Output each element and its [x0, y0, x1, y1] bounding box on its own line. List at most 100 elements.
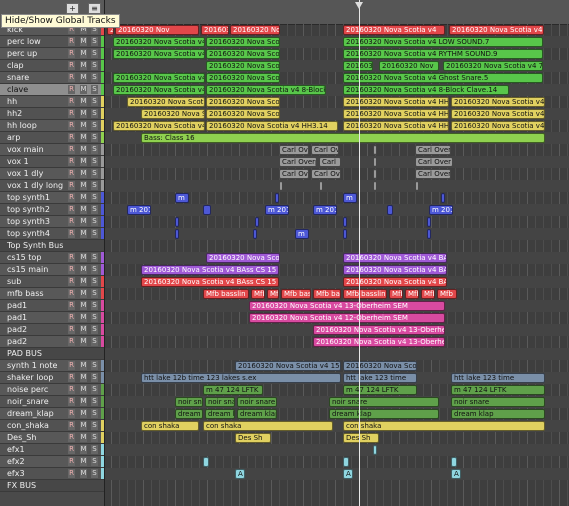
audio-region[interactable]: 20160320 Nova Scotia v4 [206, 73, 280, 83]
solo-button[interactable]: S [91, 133, 98, 142]
mute-button[interactable]: M [80, 457, 87, 466]
record-enable-button[interactable]: R [68, 421, 75, 430]
audio-region[interactable]: Carl [319, 157, 341, 167]
solo-button[interactable]: S [91, 49, 98, 58]
solo-button[interactable]: S [91, 409, 98, 418]
track-header[interactable]: hh R M S [0, 96, 104, 108]
audio-region[interactable]: m [175, 193, 189, 203]
audio-region[interactable] [203, 205, 211, 215]
track-header[interactable]: hh loop R M S [0, 120, 104, 132]
audio-region[interactable]: Carl Over [415, 169, 451, 179]
record-enable-button[interactable]: R [68, 97, 75, 106]
track-header[interactable]: sub R M S [0, 276, 104, 288]
record-enable-button[interactable]: R [68, 301, 75, 310]
audio-region[interactable]: m 201 [265, 205, 289, 215]
audio-region[interactable]: htt lake 12b time 123 lakes s.ex [141, 373, 341, 383]
record-enable-button[interactable]: R [68, 289, 75, 298]
audio-region[interactable]: Bass: Class 16 [141, 133, 545, 143]
audio-region[interactable]: 20160320 Nova Sc [141, 109, 205, 119]
solo-button[interactable]: S [91, 289, 98, 298]
track-header[interactable]: cs15 main R M S [0, 264, 104, 276]
audio-region[interactable] [343, 229, 347, 239]
track-header[interactable]: top synth4 R M S [0, 228, 104, 240]
audio-region[interactable]: Carl Over [311, 169, 341, 179]
record-enable-button[interactable]: R [68, 121, 75, 130]
solo-button[interactable]: S [91, 385, 98, 394]
audio-region[interactable]: 20160320 Nova Scotia v4 Gh [113, 73, 205, 83]
solo-button[interactable]: S [91, 433, 98, 442]
record-enable-button[interactable]: R [68, 133, 75, 142]
track-lane[interactable] [105, 456, 569, 468]
audio-region[interactable]: m [343, 193, 357, 203]
record-enable-button[interactable]: R [68, 325, 75, 334]
track-lane[interactable] [105, 468, 569, 480]
mute-button[interactable]: M [80, 37, 87, 46]
audio-region[interactable]: 20160320 Nova Scotia v4 [206, 61, 280, 71]
record-enable-button[interactable]: R [68, 73, 75, 82]
solo-button[interactable]: S [91, 157, 98, 166]
record-enable-button[interactable]: R [68, 313, 75, 322]
solo-button[interactable]: S [91, 109, 98, 118]
audio-region[interactable] [253, 229, 257, 239]
audio-region[interactable]: Carl Over [311, 145, 339, 155]
mute-button[interactable]: M [80, 445, 87, 454]
audio-region[interactable]: dream klap [329, 409, 439, 419]
mute-button[interactable]: M [80, 169, 87, 178]
mute-button[interactable]: M [80, 181, 87, 190]
track-header[interactable]: efx2 R M S [0, 456, 104, 468]
record-enable-button[interactable]: R [68, 49, 75, 58]
mute-button[interactable]: M [80, 97, 87, 106]
audio-region[interactable]: 20160320 Nova Scotia v4 [206, 109, 280, 119]
solo-button[interactable]: S [91, 61, 98, 70]
audio-region[interactable]: con shaka [203, 421, 333, 431]
audio-region[interactable] [427, 229, 431, 239]
audio-region[interactable]: 201603 [201, 25, 229, 35]
track-lane[interactable] [105, 180, 569, 192]
record-enable-button[interactable]: R [68, 145, 75, 154]
track-header[interactable]: vox 1 RMS [0, 156, 104, 168]
playhead[interactable] [359, 0, 360, 506]
audio-region[interactable] [373, 445, 377, 455]
audio-region[interactable]: Carl Over [415, 157, 453, 167]
audio-region[interactable] [343, 457, 349, 467]
track-header[interactable]: noise perc R M S [0, 384, 104, 396]
audio-region[interactable]: 20160320 Nova Scotia v4 Ghost Snare.5 [343, 73, 543, 83]
audio-region[interactable]: 20160320 Nova Scotia v4 [206, 253, 280, 263]
mute-button[interactable]: M [80, 109, 87, 118]
audio-region[interactable]: Des Sh [343, 433, 379, 443]
record-enable-button[interactable]: R [68, 457, 75, 466]
track-lane[interactable] [105, 444, 569, 456]
record-enable-button[interactable]: R [68, 337, 75, 346]
audio-region[interactable]: 20160320 Nova Scotia v4 8-Block Clave.14 [343, 85, 509, 95]
audio-region[interactable] [373, 157, 377, 167]
record-enable-button[interactable]: R [68, 277, 75, 286]
audio-region[interactable]: con shaka [343, 421, 545, 431]
mute-button[interactable]: M [80, 85, 87, 94]
track-header[interactable]: dream_klap R M S [0, 408, 104, 420]
mute-button[interactable]: M [80, 121, 87, 130]
track-header[interactable]: pad2 R M S [0, 336, 104, 348]
mute-button[interactable]: M [80, 289, 87, 298]
audio-region[interactable]: A [343, 469, 353, 479]
track-header[interactable]: pad1 R M S [0, 312, 104, 324]
track-header[interactable]: Top Synth Bus [0, 240, 104, 252]
audio-region[interactable]: 20160320 Nova Scotia v4 HH 1 [451, 97, 545, 107]
mute-button[interactable]: M [80, 385, 87, 394]
track-header[interactable]: synth 1 note R M S [0, 360, 104, 372]
track-header[interactable]: vox 1 dly long R M S [0, 180, 104, 192]
audio-region[interactable] [279, 181, 283, 191]
mute-button[interactable]: M [80, 133, 87, 142]
mute-button[interactable]: M [80, 421, 87, 430]
list-icon[interactable]: ≡ [88, 3, 101, 14]
audio-region[interactable]: con shaka [141, 421, 199, 431]
track-header[interactable]: clave R M S [0, 84, 104, 96]
solo-button[interactable]: S [91, 325, 98, 334]
audio-region[interactable] [319, 181, 323, 191]
audio-region[interactable]: Mfb basslin [343, 289, 387, 299]
audio-region[interactable] [373, 145, 377, 155]
solo-button[interactable]: S [91, 265, 98, 274]
solo-button[interactable]: S [91, 169, 98, 178]
mute-button[interactable]: M [80, 193, 87, 202]
audio-region[interactable]: noir snare [451, 397, 545, 407]
audio-region[interactable]: noir snare [237, 397, 277, 407]
